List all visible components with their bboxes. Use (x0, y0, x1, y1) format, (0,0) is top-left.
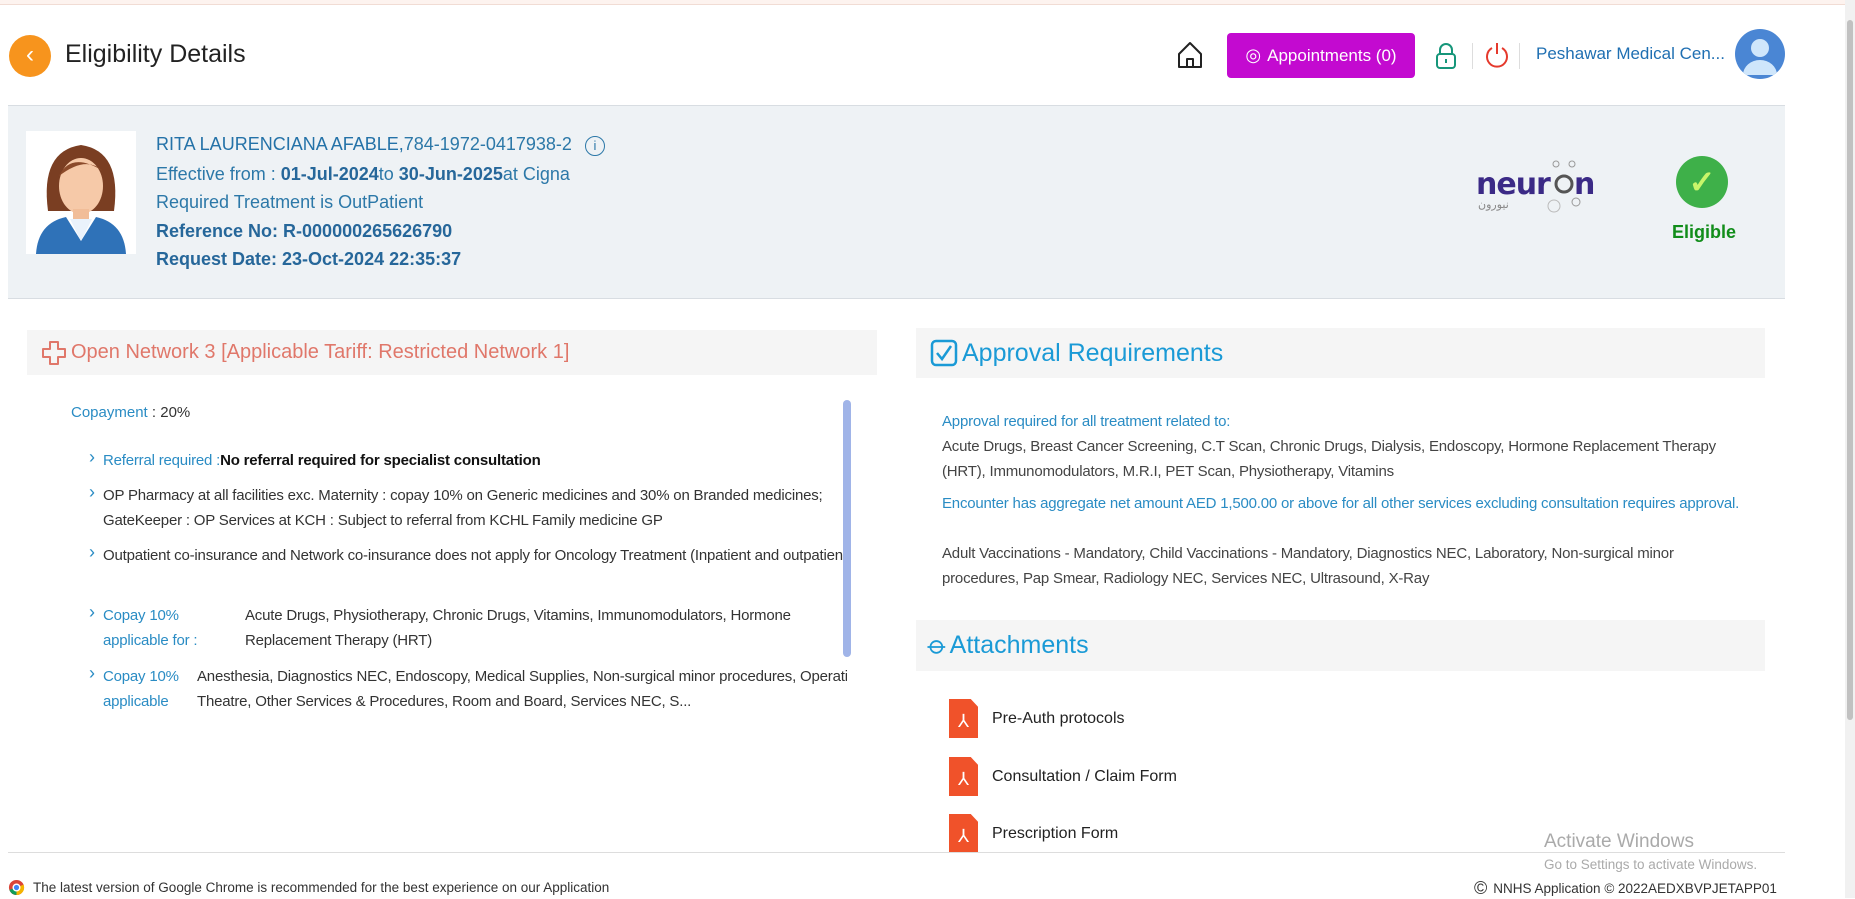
lock-icon[interactable] (1434, 42, 1458, 70)
divider (1472, 43, 1473, 69)
pdf-icon: ⅄ (949, 699, 978, 738)
back-button[interactable]: ‹ (9, 35, 51, 77)
list-item-copay-1: Copay 10% applicable for :Acute Drugs, P… (89, 600, 847, 653)
attachments-section-header: ⌀ Attachments (916, 620, 1765, 671)
network-details-scroll[interactable]: Copayment : 20% Referral required :No re… (27, 395, 847, 719)
svg-text:n: n (1574, 167, 1595, 202)
eligible-check-icon: ✓ (1676, 156, 1728, 208)
approval-heading-1: Approval required for all treatment rela… (942, 413, 1231, 430)
payer-logo-neuron: neur n نيورون (1476, 160, 1595, 213)
svg-text:نيورون: نيورون (1478, 199, 1509, 211)
approval-text-2: Adult Vaccinations - Mandatory, Child Va… (942, 545, 1674, 587)
attachment-claim-form[interactable]: ⅄ Consultation / Claim Form (949, 757, 1177, 796)
attachment-prescription[interactable]: ⅄ Prescription Form (949, 814, 1118, 853)
info-icon[interactable]: i (584, 136, 605, 156)
page-title: Eligibility Details (65, 40, 246, 68)
patient-photo (26, 131, 136, 254)
footer-browser-note: The latest version of Google Chrome is r… (8, 879, 609, 896)
scrollbar-thumb[interactable] (843, 400, 851, 657)
checkbox-icon (930, 339, 958, 367)
pdf-icon: ⅄ (949, 757, 978, 796)
user-avatar[interactable] (1735, 29, 1785, 79)
treatment-type: Required Treatment is OutPatient (156, 192, 424, 212)
windows-watermark-text: Go to Settings to activate Windows. (1544, 857, 1758, 872)
copayment: Copayment : 20% (71, 404, 191, 421)
copyright-icon: © (1474, 878, 1488, 898)
request-date: Request Date: 23-Oct-2024 22:35:37 (156, 249, 462, 269)
list-item-pharmacy: OP Pharmacy at all facilities exc. Mater… (89, 480, 847, 533)
network-section-header: Open Network 3 [Applicable Tariff: Restr… (27, 330, 877, 375)
approval-section-header: Approval Requirements (916, 328, 1765, 378)
approval-heading-2: Encounter has aggregate net amount AED 1… (942, 495, 1740, 512)
footer-copyright: © NNHS Application © 2022AEDXBVPJETAPP01 (1474, 878, 1777, 898)
power-icon[interactable] (1484, 41, 1510, 69)
medical-cross-icon (42, 340, 66, 365)
patient-name-line: RITA LAURENCIANA AFABLE,784-1972-0417938… (156, 134, 605, 156)
reference-number: Reference No: R-000000265626790 (156, 221, 453, 241)
list-item-referral: Referral required :No referral required … (89, 445, 847, 473)
list-item-copay-2: Copay 10% applicable for :Anesthesia, Di… (89, 661, 847, 719)
appointments-icon: ◎ (1245, 45, 1262, 65)
footer-divider (8, 852, 1785, 853)
eligibility-status: Eligible (1672, 222, 1737, 242)
windows-watermark-title: Activate Windows (1544, 831, 1694, 852)
divider (1519, 43, 1520, 69)
attachment-pre-auth[interactable]: ⅄ Pre-Auth protocols (949, 699, 1125, 738)
effective-dates: Effective from : 01-Jul-2024to 30-Jun-20… (156, 164, 570, 184)
home-icon[interactable] (1176, 40, 1204, 70)
facility-name[interactable]: Peshawar Medical Cen... (1536, 44, 1725, 64)
svg-text:neur: neur (1476, 167, 1551, 202)
page-scrollbar[interactable] (1845, 0, 1855, 898)
chrome-icon (8, 879, 25, 896)
top-strip (0, 0, 1855, 5)
appointments-button[interactable]: ◎ Appointments (0) (1227, 33, 1415, 78)
approval-text-1: Acute Drugs, Breast Cancer Screening, C.… (942, 438, 1716, 480)
list-item-oncology: Outpatient co-insurance and Network co-i… (89, 540, 847, 568)
pdf-icon: ⅄ (949, 814, 978, 853)
